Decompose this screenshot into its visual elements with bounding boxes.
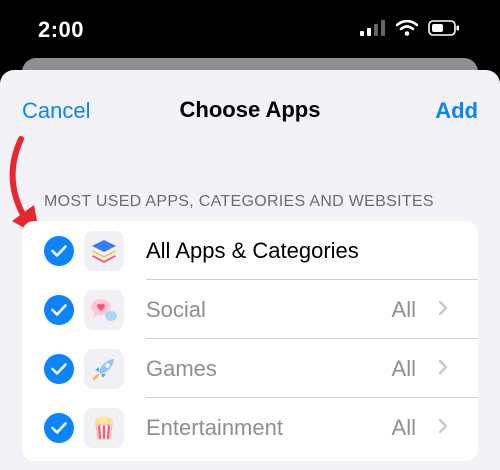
list-item-entertainment[interactable]: Entertainment All: [22, 398, 478, 457]
cellular-signal-icon: [360, 20, 385, 36]
chevron-right-icon: [438, 300, 448, 316]
row-value: All: [391, 297, 416, 322]
status-icons: [360, 20, 460, 36]
row-label: Games: [146, 356, 217, 381]
status-time: 2:00: [38, 17, 85, 42]
checkmark-icon[interactable]: [44, 295, 74, 325]
chevron-right-icon: [438, 418, 448, 434]
apps-list: All Apps & Categories Social All Games A…: [22, 221, 478, 461]
battery-icon: [428, 20, 459, 36]
status-bar: 2:00: [0, 0, 500, 62]
page-title: Choose Apps: [179, 97, 321, 122]
stack-icon: [84, 231, 124, 271]
list-item-games[interactable]: Games All: [22, 339, 478, 398]
chevron-right-icon: [438, 359, 448, 375]
list-item-all-apps[interactable]: All Apps & Categories: [22, 221, 478, 280]
row-label: Social: [146, 297, 206, 322]
add-button[interactable]: Add: [435, 98, 478, 124]
wifi-icon: [396, 20, 418, 36]
list-item-social[interactable]: Social All: [22, 280, 478, 339]
row-label: Entertainment: [146, 415, 283, 440]
speech-bubble-heart-icon: [84, 290, 124, 330]
checkmark-icon[interactable]: [44, 413, 74, 443]
popcorn-icon: [84, 408, 124, 448]
row-label: All Apps & Categories: [146, 238, 359, 263]
checkmark-icon[interactable]: [44, 354, 74, 384]
row-value: All: [391, 415, 416, 440]
section-header: MOST USED APPS, CATEGORIES AND WEBSITES: [44, 193, 434, 210]
rocket-icon: [84, 349, 124, 389]
checkmark-icon[interactable]: [44, 236, 74, 266]
row-value: All: [391, 356, 416, 381]
